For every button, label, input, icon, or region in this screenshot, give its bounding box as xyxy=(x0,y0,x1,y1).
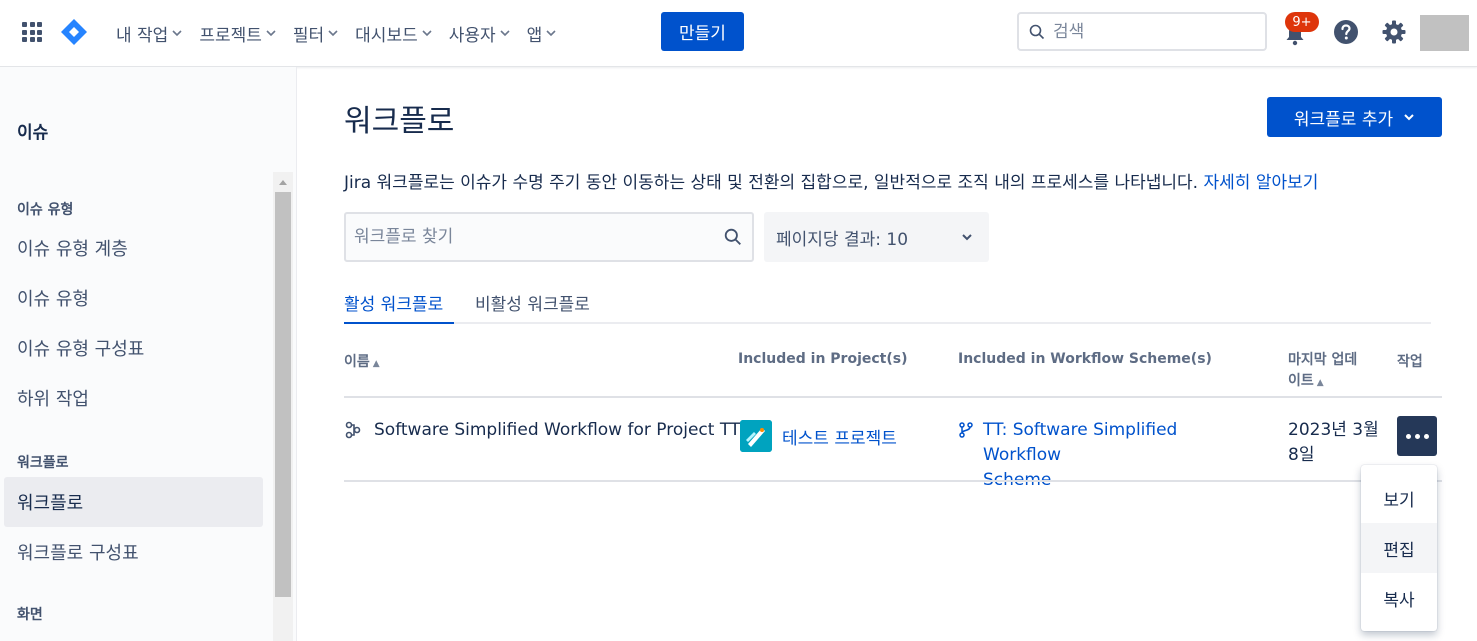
menu-item-copy[interactable]: 복사 xyxy=(1361,573,1437,623)
nav-projects[interactable]: 프로젝트 xyxy=(191,14,285,52)
sort-arrow-icon: ▲ xyxy=(1316,378,1324,388)
sidebar-title: 이슈 xyxy=(17,123,49,143)
search-icon xyxy=(1029,24,1045,39)
workflow-tabs: 활성 워크플로 비활성 워크플로 xyxy=(344,290,1431,324)
menu-item-view[interactable]: 보기 xyxy=(1361,473,1437,523)
nav-label: 필터 xyxy=(292,25,325,46)
chevron-down-icon xyxy=(1404,114,1414,121)
row-actions-menu: 보기 편집 복사 xyxy=(1361,465,1437,631)
table-row-divider xyxy=(344,480,1442,482)
sidebar-item-label: 이슈 유형 계층 xyxy=(17,239,128,260)
create-button[interactable]: 만들기 xyxy=(661,12,744,51)
per-page-value: 페이지당 결과: 10 xyxy=(776,229,909,250)
scroll-up-arrow-icon[interactable] xyxy=(273,172,293,192)
scheme-link-text: TT: Software Simplified Workflow xyxy=(983,420,1178,465)
workflow-name-text: Software Simplified Workflow for Project… xyxy=(374,420,741,440)
page-title: 워크플로 xyxy=(344,104,455,139)
sidebar-item-label: 하위 작업 xyxy=(17,389,89,410)
chevron-down-icon xyxy=(422,30,432,37)
jira-logo-icon[interactable] xyxy=(60,18,88,46)
nav-label: 프로젝트 xyxy=(199,25,262,46)
chevron-down-icon xyxy=(962,234,972,241)
column-header-last-updated[interactable]: 마지막 업데 이트 ▲ xyxy=(1288,350,1357,394)
search-icon xyxy=(724,228,741,245)
chevron-down-icon xyxy=(266,30,276,37)
nav-label: 내 작업 xyxy=(116,25,169,46)
sidebar-item-issue-type-hierarchy[interactable]: 이슈 유형 계층 xyxy=(4,223,263,273)
column-header-schemes: Included in Workflow Scheme(s) xyxy=(958,351,1212,367)
nav-people[interactable]: 사용자 xyxy=(441,14,519,52)
chevron-down-icon xyxy=(172,30,182,37)
project-avatar-icon xyxy=(740,420,772,452)
learn-more-link[interactable]: 자세히 알아보기 xyxy=(1204,173,1319,193)
workflow-search-input[interactable] xyxy=(354,227,714,247)
sidebar-item-workflow-schemes[interactable]: 워크플로 구성표 xyxy=(4,527,263,577)
main-menu: 내 작업 프로젝트 필터 대시보드 사용자 앱 xyxy=(108,14,565,52)
sidebar-item-issue-types[interactable]: 이슈 유형 xyxy=(4,273,263,323)
settings-gear-icon[interactable] xyxy=(1381,19,1407,45)
tab-active-workflows[interactable]: 활성 워크플로 xyxy=(344,290,454,324)
chevron-down-icon xyxy=(500,30,510,37)
sidebar-scrollbar[interactable] xyxy=(273,172,293,641)
description-text: Jira 워크플로는 이슈가 수명 주기 동안 이동하는 상태 및 전환의 집합… xyxy=(344,173,1199,193)
column-header-name[interactable]: 이름 ▲ xyxy=(344,351,380,371)
header-label: 이트 xyxy=(1288,373,1314,389)
sidebar-item-label: 이슈 유형 xyxy=(17,289,89,310)
app-switcher-icon[interactable] xyxy=(22,22,42,42)
add-workflow-label: 워크플로 추가 xyxy=(1293,109,1394,130)
tab-inactive-workflows[interactable]: 비활성 워크플로 xyxy=(475,290,590,324)
workflow-search[interactable] xyxy=(344,212,754,262)
workflow-icon xyxy=(345,421,361,439)
nav-label: 대시보드 xyxy=(355,25,418,46)
header-label: 마지막 업데 xyxy=(1288,352,1358,368)
menu-item-edit[interactable]: 편집 xyxy=(1361,523,1437,573)
nav-filters[interactable]: 필터 xyxy=(285,14,347,52)
user-avatar[interactable] xyxy=(1420,15,1469,51)
date-text: 2023년 3월 xyxy=(1288,420,1379,440)
sidebar-item-label: 워크플로 xyxy=(17,493,84,514)
scheme-branch-icon xyxy=(959,422,973,438)
nav-dashboards[interactable]: 대시보드 xyxy=(347,14,441,52)
table-row-workflow-name: Software Simplified Workflow for Project… xyxy=(344,420,740,440)
column-header-actions: 작업 xyxy=(1397,354,1423,370)
header-label: 이름 xyxy=(344,354,370,370)
sidebar-section-screens: 화면 xyxy=(17,607,43,623)
sidebar-section-workflows: 워크플로 xyxy=(17,455,69,471)
page-description: Jira 워크플로는 이슈가 수명 주기 동안 이동하는 상태 및 전환의 집합… xyxy=(344,168,1318,193)
nav-label: 사용자 xyxy=(448,25,496,46)
more-actions-button[interactable] xyxy=(1397,416,1437,456)
sidebar-item-label: 이슈 유형 구성표 xyxy=(17,339,145,360)
global-search[interactable] xyxy=(1017,12,1267,51)
notification-badge: 9+ xyxy=(1285,12,1319,32)
help-icon[interactable] xyxy=(1333,19,1359,45)
results-per-page-select[interactable]: 페이지당 결과: 10 xyxy=(764,212,989,262)
chevron-down-icon xyxy=(328,30,338,37)
table-header-divider xyxy=(344,396,1442,398)
top-navigation: 내 작업 프로젝트 필터 대시보드 사용자 앱 만들기 9+ xyxy=(0,0,1477,67)
chevron-down-icon xyxy=(546,30,556,37)
nav-label: 앱 xyxy=(526,25,543,46)
add-workflow-button[interactable]: 워크플로 추가 xyxy=(1267,97,1442,137)
sidebar-item-subtasks[interactable]: 하위 작업 xyxy=(4,373,263,423)
sidebar-item-label: 워크플로 구성표 xyxy=(17,543,139,564)
global-search-input[interactable] xyxy=(1053,21,1243,42)
nav-apps[interactable]: 앱 xyxy=(519,14,566,52)
sidebar-item-workflows[interactable]: 워크플로 xyxy=(4,477,263,527)
project-link[interactable]: 테스트 프로젝트 xyxy=(740,420,897,452)
sidebar-section-issue-types: 이슈 유형 xyxy=(17,202,74,218)
nav-my-work[interactable]: 내 작업 xyxy=(108,14,191,52)
sort-arrow-icon: ▲ xyxy=(372,359,380,369)
last-updated-date: 2023년 3월 8일 xyxy=(1288,418,1383,468)
scrollbar-thumb[interactable] xyxy=(275,192,291,597)
sidebar: 이슈 이슈 유형 이슈 유형 계층 이슈 유형 이슈 유형 구성표 하위 작업 … xyxy=(0,67,297,641)
sidebar-item-issue-type-schemes[interactable]: 이슈 유형 구성표 xyxy=(4,323,263,373)
column-header-projects: Included in Project(s) xyxy=(738,351,908,367)
project-link-text: 테스트 프로젝트 xyxy=(782,428,897,449)
